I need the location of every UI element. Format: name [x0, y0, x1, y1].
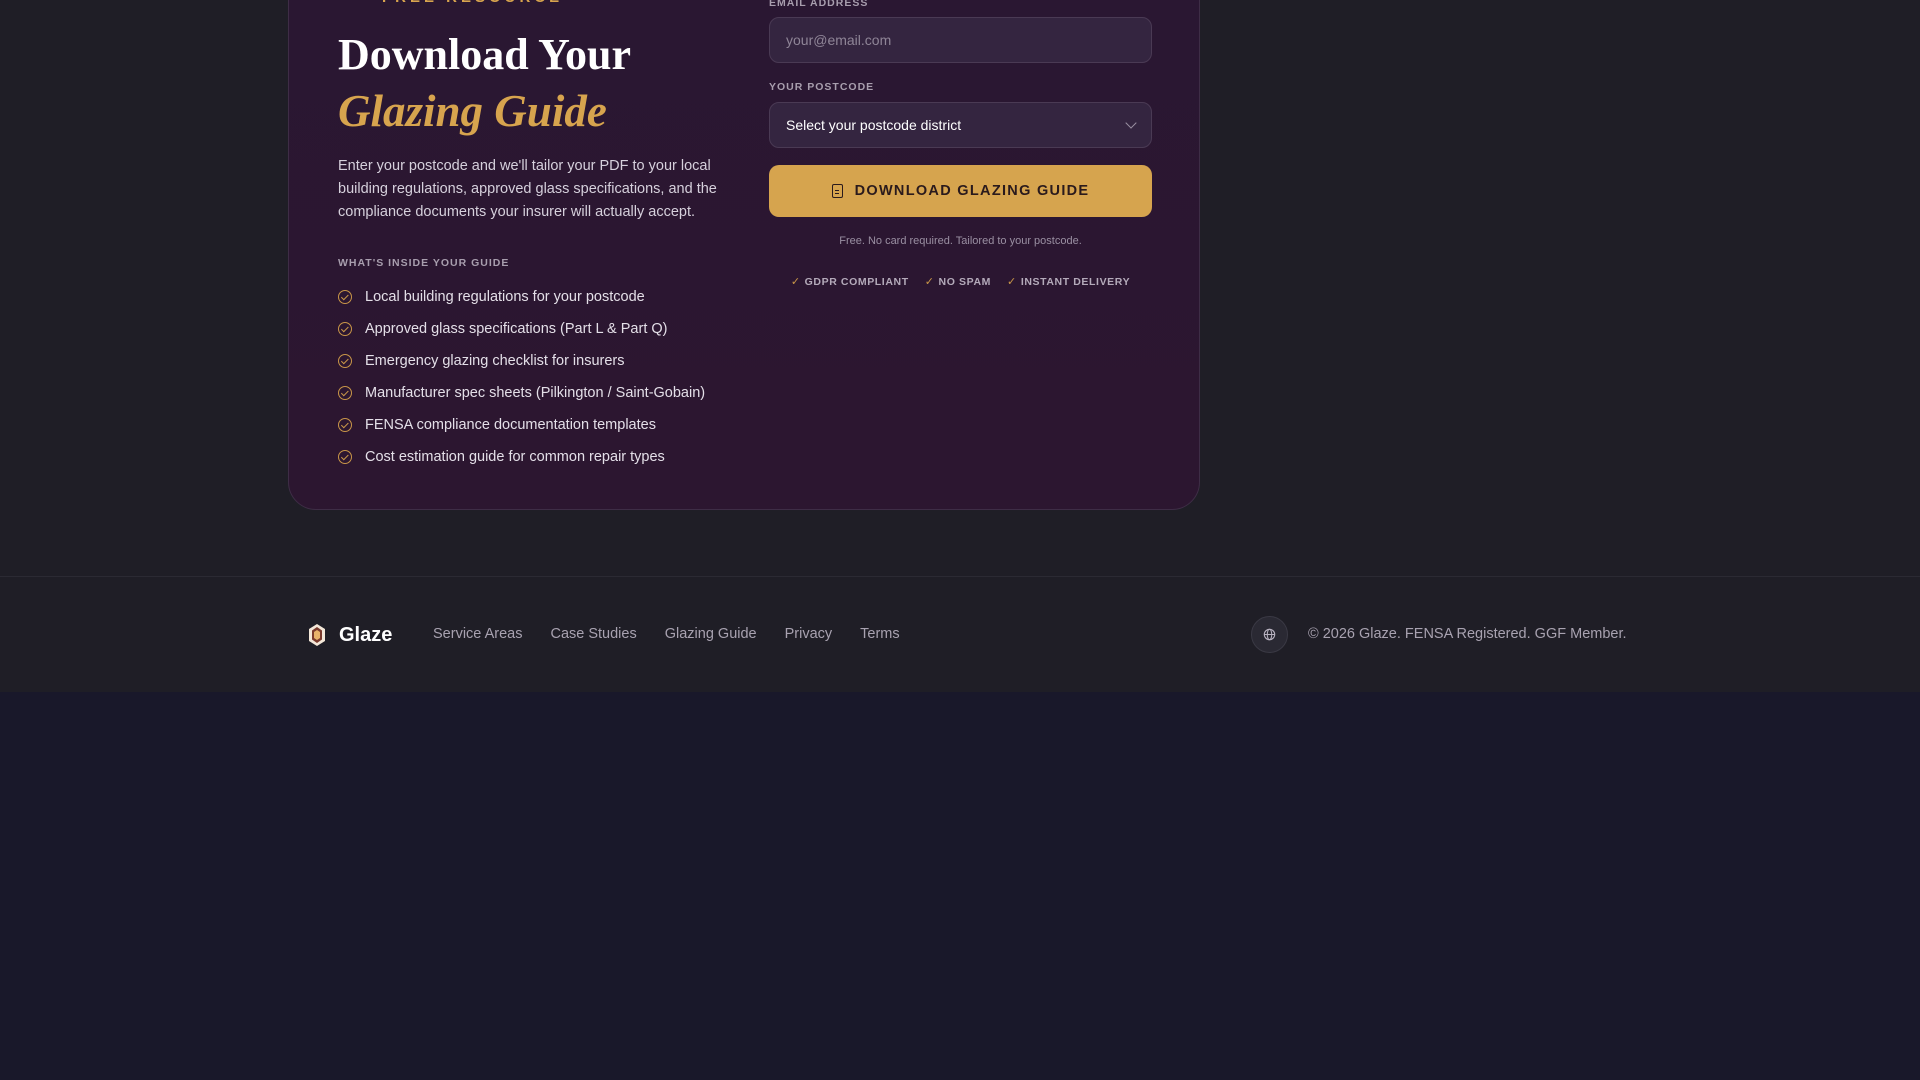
guide-download-card: FREE RESOURCE Download Your Glazing Guid…: [288, 0, 1200, 510]
footer-link-privacy[interactable]: Privacy: [785, 626, 833, 642]
feature-text: Approved glass specifications (Part L & …: [365, 321, 668, 337]
globe-icon: [1263, 628, 1276, 641]
copyright-text: © 2026 Glaze. FENSA Registered. GGF Memb…: [1308, 626, 1627, 642]
list-item: Emergency glazing checklist for insurers: [338, 345, 705, 377]
cta-note: Free. No card required. Tailored to your…: [839, 235, 1082, 247]
intro-paragraph: Enter your postcode and we'll tailor you…: [338, 158, 717, 220]
page-title: Download Your: [338, 30, 631, 79]
eyebrow-label: FREE RESOURCE: [382, 0, 563, 9]
postcode-selected-value: Select your postcode district: [786, 117, 962, 133]
page-title-accent: Glazing Guide: [338, 86, 607, 136]
email-label: EMAIL ADDRESS: [769, 0, 869, 9]
feature-list: Local building regulations for your post…: [338, 281, 705, 473]
check-circle-icon: [338, 418, 352, 432]
glaze-logo-icon: [309, 624, 325, 646]
download-guide-button[interactable]: DOWNLOAD GLAZING GUIDE: [769, 165, 1152, 217]
postcode-label: YOUR POSTCODE: [769, 81, 875, 93]
postcode-select[interactable]: Select your postcode district: [769, 102, 1152, 148]
list-item: FENSA compliance documentation templates: [338, 409, 705, 441]
footer-nav: Service Areas Case Studies Glazing Guide…: [433, 626, 900, 642]
download-guide-label: DOWNLOAD GLAZING GUIDE: [854, 183, 1090, 199]
check-icon: ✓: [1006, 276, 1017, 288]
check-circle-icon: [338, 354, 352, 368]
trust-badges: ✓ GDPR COMPLIANT ✓ NO SPAM ✓ INSTANT DELIVE…: [769, 275, 1152, 289]
trust-badge-label: INSTANT DELIVERY: [1020, 275, 1131, 288]
feature-text: Local building regulations for your post…: [365, 289, 645, 305]
document-icon: [831, 184, 843, 198]
footer-link-service-areas[interactable]: Service Areas: [433, 626, 522, 642]
check-circle-icon: [338, 386, 352, 400]
site-footer: Glaze Service Areas Case Studies Glazing…: [0, 576, 1920, 692]
footer-link-glazing-guide[interactable]: Glazing Guide: [665, 626, 757, 642]
feature-text: Emergency glazing checklist for insurers: [365, 353, 625, 369]
check-circle-icon: [338, 290, 352, 304]
feature-text: Cost estimation guide for common repair …: [365, 449, 665, 465]
language-button[interactable]: [1251, 616, 1288, 653]
list-item: Cost estimation guide for common repair …: [338, 441, 705, 473]
check-circle-icon: [338, 322, 352, 336]
feature-text: Manufacturer spec sheets (Pilkington / S…: [365, 385, 706, 401]
footer-brand[interactable]: Glaze: [307, 623, 392, 647]
trust-badge-no-spam: ✓ NO SPAM: [924, 275, 991, 289]
check-icon: ✓: [790, 276, 801, 288]
footer-link-case-studies[interactable]: Case Studies: [550, 626, 636, 642]
trust-badge-label: GDPR COMPLIANT: [804, 275, 909, 288]
list-item: Approved glass specifications (Part L & …: [338, 313, 705, 345]
footer-link-terms[interactable]: Terms: [860, 626, 899, 642]
whats-inside-label: WHAT'S INSIDE YOUR GUIDE: [338, 257, 510, 269]
list-item: Manufacturer spec sheets (Pilkington / S…: [338, 377, 705, 409]
check-icon: ✓: [924, 276, 935, 288]
page-bottom-background: [0, 692, 1920, 1080]
email-field[interactable]: [769, 17, 1152, 63]
brand-name: Glaze: [339, 623, 393, 646]
trust-badge-gdpr: ✓ GDPR COMPLIANT: [790, 275, 909, 289]
list-item: Local building regulations for your post…: [338, 281, 705, 313]
feature-text: FENSA compliance documentation templates: [365, 417, 656, 433]
chevron-down-icon: [1125, 116, 1137, 129]
trust-badge-instant: ✓ INSTANT DELIVERY: [1006, 275, 1131, 289]
check-circle-icon: [338, 450, 352, 464]
trust-badge-label: NO SPAM: [938, 275, 991, 288]
